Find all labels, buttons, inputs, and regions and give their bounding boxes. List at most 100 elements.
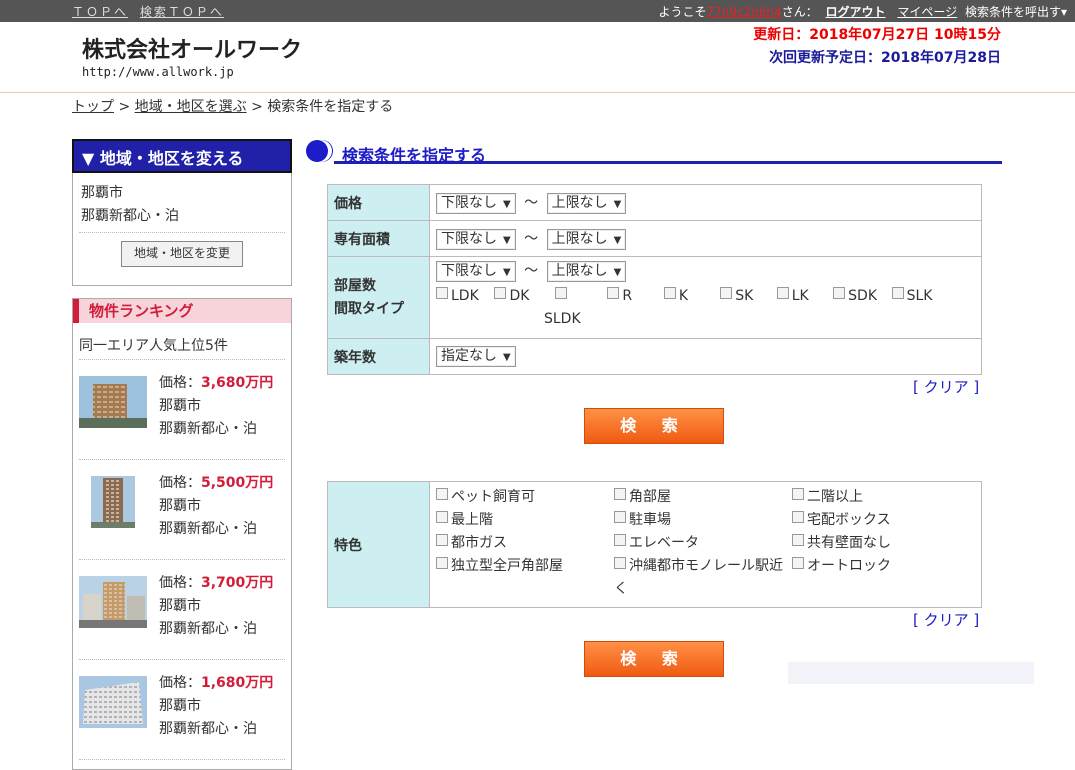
- layout-option[interactable]: DK: [494, 285, 548, 308]
- mypage-link[interactable]: マイページ: [897, 5, 957, 19]
- updated-date: 更新日：2018年07月27日 10時15分: [753, 27, 1001, 43]
- feature-option[interactable]: オートロック: [792, 555, 970, 601]
- clear-features-link[interactable]: [ クリア ]: [913, 609, 979, 630]
- ranking-price[interactable]: 3,680万円: [201, 375, 273, 391]
- layout-option[interactable]: R: [607, 285, 657, 308]
- checkbox[interactable]: [494, 287, 507, 299]
- checkbox[interactable]: [614, 488, 626, 500]
- layout-option[interactable]: SLDK: [436, 308, 975, 331]
- price-min-select[interactable]: 下限なし ▼: [436, 192, 516, 214]
- chevron-down-icon: ▼: [503, 352, 511, 363]
- age-select[interactable]: 指定なし ▼: [436, 346, 516, 367]
- price-max-value: 上限なし: [551, 194, 608, 211]
- layout-option[interactable]: SK: [720, 285, 770, 308]
- property-photo[interactable]: [79, 676, 147, 728]
- checkbox[interactable]: [776, 287, 789, 299]
- layout-option[interactable]: LDK: [436, 285, 488, 308]
- property-photo[interactable]: [79, 376, 147, 428]
- features-grid: ペット飼育可 角部屋 二階以上 最上階 駐車場 宅配ボックス 都市ガス エレベー…: [436, 486, 975, 601]
- checkbox[interactable]: [833, 287, 846, 299]
- breadcrumb-area[interactable]: 地域・地区を選ぶ: [135, 99, 247, 115]
- feature-option[interactable]: 宅配ボックス: [792, 509, 970, 532]
- rooms-label-2: 間取タイプ: [334, 300, 404, 317]
- rooms-label: 部屋数 間取タイプ: [327, 256, 430, 339]
- top-bar: ＴＯＰへ 検索ＴＯＰへ ようこそ77n9c2n6n4さん： ログアウト マイペー…: [0, 0, 1075, 22]
- rooms-min-select[interactable]: 下限なし ▼: [436, 261, 516, 282]
- layout-option[interactable]: LK: [776, 285, 827, 308]
- layout-option[interactable]: [554, 285, 601, 308]
- checkbox[interactable]: [607, 287, 620, 299]
- checkbox[interactable]: [663, 287, 676, 299]
- feature-option[interactable]: エレベータ: [614, 532, 792, 555]
- area-names: 那覇市 那覇新都心・泊: [79, 172, 285, 233]
- search-button-bottom[interactable]: 検 索: [584, 641, 724, 677]
- checkbox[interactable]: [792, 511, 804, 523]
- area-min-select[interactable]: 下限なし ▼: [436, 228, 516, 250]
- welcome-prefix: ようこそ: [658, 5, 707, 19]
- layout-label: SDK: [848, 288, 878, 304]
- checkbox[interactable]: [792, 488, 804, 500]
- saved-search-menu[interactable]: 検索条件を呼出す▾: [965, 5, 1067, 19]
- checkbox[interactable]: [720, 287, 733, 299]
- checkbox[interactable]: [891, 287, 904, 299]
- area-district: 那覇新都心・泊: [81, 208, 179, 224]
- checkbox[interactable]: [554, 287, 567, 299]
- age-label: 築年数: [327, 338, 430, 375]
- layout-option[interactable]: K: [663, 285, 714, 308]
- area-box-title: ▼ 地域・地区を変える: [72, 139, 292, 173]
- ranking-price[interactable]: 1,680万円: [201, 675, 273, 691]
- feature-option[interactable]: ペット飼育可: [436, 486, 614, 509]
- clear-conditions-link[interactable]: [ クリア ]: [913, 376, 979, 397]
- user-nav: ようこそ77n9c2n6n4さん： ログアウト マイページ 検索条件を呼出す▾: [658, 3, 1067, 20]
- checkbox[interactable]: [436, 287, 448, 299]
- ranking-item[interactable]: 価格：3,700万円 那覇市 那覇新都心・泊: [79, 560, 285, 660]
- circle-icon: [306, 140, 328, 162]
- rooms-label-1: 部屋数: [334, 277, 376, 294]
- feature-option[interactable]: 最上階: [436, 509, 614, 532]
- feature-option[interactable]: 都市ガス: [436, 532, 614, 555]
- area-label: 専有面積: [327, 220, 430, 257]
- feature-option[interactable]: 共有壁面なし: [792, 532, 970, 555]
- ranking-district: 那覇新都心・泊: [159, 621, 257, 637]
- layout-option[interactable]: SLK: [891, 285, 933, 308]
- feature-option[interactable]: 角部屋: [614, 486, 792, 509]
- checkbox[interactable]: [792, 557, 804, 569]
- feature-option[interactable]: 沖縄都市モノレール駅近く: [614, 555, 792, 601]
- checkbox[interactable]: [614, 511, 626, 523]
- layout-label: SLK: [906, 288, 933, 304]
- checkbox[interactable]: [436, 511, 448, 523]
- checkbox[interactable]: [614, 534, 626, 546]
- change-area-button[interactable]: 地域・地区を変更: [121, 241, 243, 267]
- price-max-select[interactable]: 上限なし ▼: [546, 192, 627, 214]
- search-button[interactable]: 検 索: [584, 408, 724, 444]
- checkbox[interactable]: [436, 488, 448, 500]
- ranking-item[interactable]: 価格：1,680万円 那覇市 那覇新都心・泊: [79, 660, 285, 760]
- logout-link[interactable]: ログアウト: [826, 5, 886, 19]
- area-max-select[interactable]: 上限なし ▼: [546, 228, 627, 250]
- checkbox[interactable]: [614, 557, 626, 569]
- checkbox[interactable]: [436, 534, 448, 546]
- property-photo[interactable]: [91, 476, 135, 528]
- search-top-link[interactable]: 検索ＴＯＰへ: [140, 5, 224, 19]
- layout-option[interactable]: SDK: [833, 285, 885, 308]
- price-label: 価格：: [159, 375, 201, 391]
- ranking-price[interactable]: 5,500万円: [201, 475, 273, 491]
- features-table: 特色 ペット飼育可 角部屋 二階以上 最上階 駐車場 宅配ボックス 都市ガス エ…: [327, 481, 982, 608]
- top-link[interactable]: ＴＯＰへ: [72, 5, 128, 19]
- ranking-item[interactable]: 価格：3,680万円 那覇市 那覇新都心・泊: [79, 360, 285, 460]
- breadcrumb-separator: >: [251, 99, 263, 115]
- checkbox[interactable]: [792, 534, 804, 546]
- price-min-value: 下限なし: [441, 194, 497, 211]
- feature-label: 共有壁面なし: [807, 535, 891, 551]
- rooms-max-select[interactable]: 上限なし ▼: [546, 261, 627, 282]
- checkbox[interactable]: [436, 557, 448, 569]
- ranking-price[interactable]: 3,700万円: [201, 575, 273, 591]
- ranking-item[interactable]: 価格：5,500万円 那覇市 那覇新都心・泊: [79, 460, 285, 560]
- feature-option[interactable]: 二階以上: [792, 486, 970, 509]
- company-name[interactable]: 株式会社オールワーク: [82, 32, 302, 64]
- feature-option[interactable]: 駐車場: [614, 509, 792, 532]
- site-header: 株式会社オールワーク http://www.allwork.jp 更新日：201…: [0, 22, 1075, 93]
- breadcrumb-top[interactable]: トップ: [72, 99, 114, 115]
- feature-option[interactable]: 独立型全戸角部屋: [436, 555, 614, 601]
- property-photo[interactable]: [79, 576, 147, 628]
